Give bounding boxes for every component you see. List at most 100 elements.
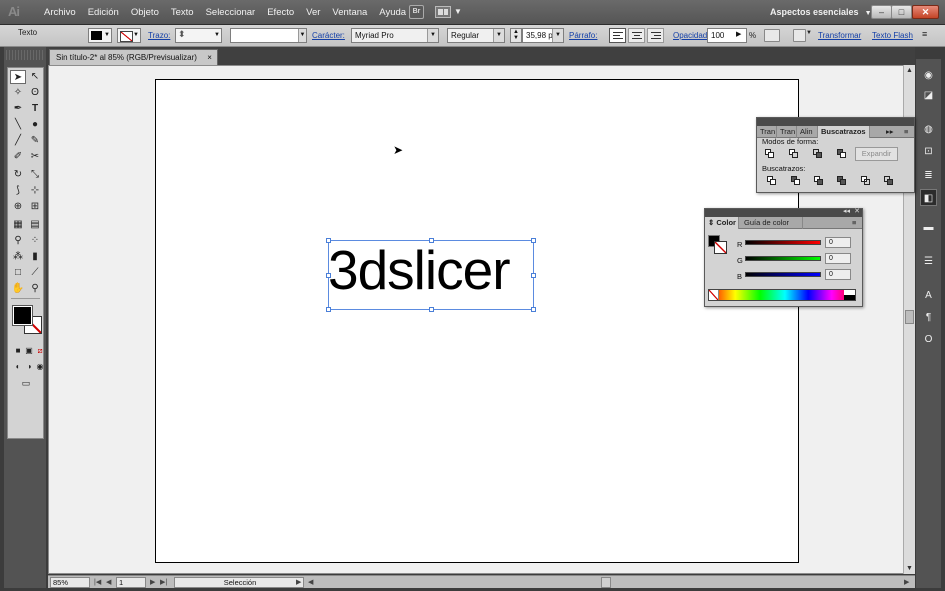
zoom-select[interactable]: 85% — [50, 577, 90, 588]
panel-menu-icon[interactable]: ≡ — [901, 126, 911, 138]
resize-handle-nw[interactable] — [326, 238, 331, 243]
color-guide-icon[interactable]: ◪ — [920, 87, 937, 104]
font-size-input[interactable]: 35,98 pt ▼ — [522, 28, 564, 43]
direct-selection-tool-icon[interactable]: ↖ — [27, 70, 43, 84]
divide-icon[interactable] — [767, 176, 777, 186]
text-flash-link[interactable]: Texto Flash — [872, 31, 913, 40]
scale-tool-icon[interactable]: ⤡ — [27, 168, 43, 182]
menu-ventana[interactable]: Ventana — [326, 0, 373, 25]
tab-pathfinder[interactable]: Buscatrazos — [818, 126, 870, 138]
chevron-right-icon[interactable]: ▶ — [736, 30, 741, 38]
channel-g-value[interactable]: 0 — [825, 253, 851, 264]
expand-button[interactable]: Expandir — [855, 147, 898, 161]
artboard[interactable]: 3dslicer ➤ — [155, 79, 799, 563]
merge-icon[interactable] — [814, 176, 824, 186]
zoom-tool-icon[interactable]: ⚲ — [27, 282, 43, 296]
symbol-sprayer-tool-icon[interactable]: ⁂ — [10, 250, 26, 264]
align-options-icon[interactable] — [793, 29, 806, 42]
blend-tool-icon[interactable]: ⁘ — [27, 234, 43, 248]
stroke-swatch[interactable] — [714, 241, 727, 254]
menu-texto[interactable]: Texto — [165, 0, 200, 25]
menu-ver[interactable]: Ver — [300, 0, 326, 25]
fill-color-picker[interactable]: ▼ — [88, 28, 112, 43]
channel-b-slider[interactable] — [745, 272, 821, 277]
align-panel-icon[interactable]: ≣ — [920, 167, 937, 184]
current-tool-status[interactable]: Selección — [174, 577, 304, 588]
resize-handle-se[interactable] — [531, 307, 536, 312]
recolor-artwork-icon[interactable] — [764, 29, 780, 42]
resize-handle-s[interactable] — [429, 307, 434, 312]
color-spectrum-bar[interactable] — [708, 289, 856, 301]
color-panel-icon[interactable]: ◉ — [920, 67, 937, 84]
gradient-tool-icon[interactable]: ▤ — [27, 218, 43, 232]
panel-grip[interactable] — [6, 50, 44, 60]
none-color-swatch[interactable] — [709, 290, 719, 300]
column-graph-tool-icon[interactable]: ▮ — [27, 250, 43, 264]
scroll-up-icon[interactable]: ▲ — [904, 65, 915, 76]
shape-builder-tool-icon[interactable]: ⊕ — [10, 200, 26, 214]
paragraph-link[interactable]: Párrafo: — [569, 31, 597, 40]
first-artboard-icon[interactable]: |◀ — [94, 577, 101, 588]
ellipse-tool-icon[interactable]: ● — [27, 118, 43, 132]
trim-icon[interactable] — [791, 176, 801, 186]
character-link[interactable]: Carácter: — [312, 31, 345, 40]
blob-brush-tool-icon[interactable]: ✐ — [10, 150, 26, 164]
arrange-documents-icon[interactable] — [435, 6, 451, 18]
last-artboard-icon[interactable]: ▶| — [160, 577, 167, 588]
scissors-tool-icon[interactable]: ✂ — [27, 150, 43, 164]
channel-g-slider[interactable] — [745, 256, 821, 261]
align-center-button[interactable] — [628, 28, 645, 43]
fill-stroke-swatches[interactable] — [12, 305, 43, 336]
tab-color-guide[interactable]: Guía de color — [741, 217, 803, 229]
font-style-select[interactable]: Regular ▼ — [447, 28, 505, 43]
line-tool-icon[interactable]: ╲ — [10, 118, 26, 132]
panel-menu-icon[interactable]: ≡ — [849, 217, 859, 229]
close-window-button[interactable]: ✕ — [912, 5, 939, 19]
stroke-link[interactable]: Trazo: — [148, 31, 170, 40]
text-style-input[interactable]: ▼ — [230, 28, 307, 43]
stroke-weight-input[interactable]: ▼ — [175, 28, 222, 43]
artboard-tool-icon[interactable]: □ — [10, 266, 26, 280]
crop-icon[interactable] — [837, 176, 847, 186]
align-right-button[interactable] — [647, 28, 664, 43]
free-transform-tool-icon[interactable]: ⊹ — [27, 184, 43, 198]
menu-objeto[interactable]: Objeto — [125, 0, 165, 25]
close-icon[interactable]: ✕ — [854, 207, 860, 215]
pencil-tool-icon[interactable]: ✎ — [27, 134, 43, 148]
fill-swatch[interactable] — [12, 305, 33, 326]
pathfinder-panel-icon[interactable]: ◧ — [920, 189, 937, 206]
selection-tool-icon[interactable]: ➤ — [10, 70, 26, 84]
collapse-panel-icon[interactable]: ◂◂ — [843, 207, 850, 215]
channel-b-value[interactable]: 0 — [825, 269, 851, 280]
menu-edicion[interactable]: Edición — [82, 0, 125, 25]
scroll-down-icon[interactable]: ▼ — [904, 563, 915, 574]
maximize-button[interactable]: □ — [891, 5, 912, 19]
screen-mode-icon[interactable]: ▭ — [18, 376, 34, 390]
resize-handle-w[interactable] — [326, 273, 331, 278]
menu-ayuda[interactable]: Ayuda — [373, 0, 412, 25]
bridge-button[interactable]: Br — [409, 5, 424, 19]
menu-seleccionar[interactable]: Seleccionar — [200, 0, 262, 25]
minus-front-icon[interactable] — [789, 149, 799, 159]
chevron-right-icon[interactable]: ▶ — [296, 577, 301, 588]
artboard-number-select[interactable]: 1 — [116, 577, 146, 588]
slice-tool-icon[interactable]: ⟋ — [27, 266, 43, 280]
mesh-tool-icon[interactable]: ▦ — [10, 218, 26, 232]
chevron-down-icon[interactable]: ▼ — [454, 7, 462, 16]
panel-titlebar[interactable] — [757, 118, 914, 126]
gradient-panel-icon[interactable]: ▬ — [920, 219, 937, 236]
resize-handle-sw[interactable] — [326, 307, 331, 312]
document-tab[interactable]: Sin título-2* al 85% (RGB/Previsualizar)… — [49, 49, 218, 65]
horizontal-scrollbar-thumb[interactable] — [601, 577, 611, 588]
resize-handle-ne[interactable] — [531, 238, 536, 243]
channel-r-value[interactable]: 0 — [825, 237, 851, 248]
font-family-select[interactable]: Myriad Pro ▼ — [351, 28, 439, 43]
panel-titlebar[interactable]: ◂◂ ✕ — [705, 207, 862, 217]
scrollbar-thumb[interactable] — [905, 310, 914, 324]
minimize-button[interactable]: – — [871, 5, 892, 19]
font-size-stepper[interactable]: ▲ ▼ — [510, 28, 522, 43]
hand-tool-icon[interactable]: ✋ — [10, 282, 26, 296]
stroke-panel-icon[interactable]: ☰ — [920, 253, 937, 270]
stroke-color-picker[interactable]: ▼ — [117, 28, 141, 43]
resize-handle-e[interactable] — [531, 273, 536, 278]
